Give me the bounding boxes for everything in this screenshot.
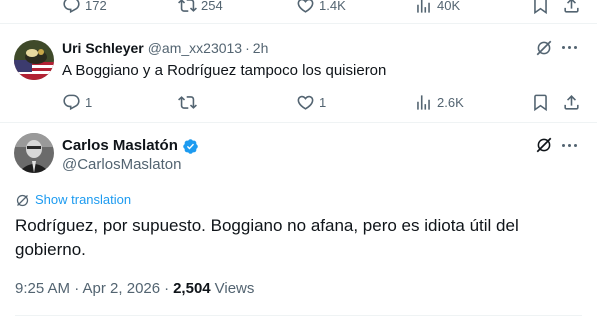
repost-icon bbox=[178, 0, 197, 15]
divider bbox=[15, 315, 582, 316]
tweet-time[interactable]: 2h bbox=[253, 39, 269, 57]
views-count: 2,504 bbox=[173, 280, 211, 297]
display-name[interactable]: Uri Schleyer bbox=[62, 39, 144, 57]
like-button[interactable]: 1.4K bbox=[296, 0, 346, 15]
like-count: 1.4K bbox=[319, 0, 346, 13]
like-icon bbox=[296, 93, 315, 112]
avatar[interactable] bbox=[14, 40, 54, 80]
show-translation-label: Show translation bbox=[35, 192, 132, 207]
translate-icon bbox=[15, 193, 30, 208]
bookmark-icon[interactable] bbox=[531, 93, 550, 112]
reply-icon bbox=[62, 0, 81, 15]
separator-dot: · bbox=[164, 280, 170, 297]
views-count: 2.6K bbox=[437, 94, 464, 110]
reply-button[interactable]: 1 bbox=[62, 93, 92, 112]
divider bbox=[0, 122, 597, 123]
grok-icon[interactable] bbox=[535, 136, 553, 154]
like-button[interactable]: 1 bbox=[296, 93, 326, 112]
show-translation-link[interactable]: Show translation bbox=[15, 192, 131, 208]
views-button[interactable]: 2.6K bbox=[414, 93, 464, 112]
views-button[interactable]: 40K bbox=[414, 0, 460, 15]
reply-icon bbox=[62, 93, 81, 112]
like-icon bbox=[296, 0, 315, 15]
repost-count: 254 bbox=[201, 0, 223, 13]
views-label: Views bbox=[214, 280, 255, 297]
reply-button[interactable]: 172 bbox=[62, 0, 107, 15]
views-icon bbox=[414, 0, 433, 15]
tweet-timestamp[interactable]: 9:25 AM · Apr 2, 2026 bbox=[15, 279, 160, 299]
display-name[interactable]: Carlos Maslatón bbox=[62, 136, 178, 156]
repost-button[interactable] bbox=[178, 93, 201, 112]
separator-dot: · bbox=[245, 40, 250, 56]
reply-count: 1 bbox=[85, 94, 93, 110]
more-icon[interactable] bbox=[562, 46, 577, 49]
tweet-text: Rodríguez, por supuesto. Boggiano no afa… bbox=[15, 216, 519, 259]
views-icon bbox=[414, 93, 433, 112]
handle[interactable]: @CarlosMaslaton bbox=[62, 155, 181, 175]
views-count: 40K bbox=[437, 0, 461, 13]
bookmark-icon[interactable] bbox=[531, 0, 550, 15]
grok-icon[interactable] bbox=[535, 39, 553, 57]
share-icon[interactable] bbox=[562, 93, 581, 112]
tweet-text: A Boggiano y a Rodríguez tampoco los qui… bbox=[62, 62, 387, 79]
more-icon[interactable] bbox=[562, 144, 577, 147]
divider bbox=[0, 23, 597, 24]
share-icon[interactable] bbox=[562, 0, 581, 15]
verified-badge-icon bbox=[182, 138, 199, 155]
like-count: 1 bbox=[319, 94, 327, 110]
repost-button[interactable]: 254 bbox=[178, 0, 223, 15]
repost-icon bbox=[178, 93, 197, 112]
reply-count: 172 bbox=[85, 0, 107, 13]
handle[interactable]: @am_xx23013 bbox=[148, 39, 242, 57]
avatar[interactable] bbox=[14, 133, 54, 173]
